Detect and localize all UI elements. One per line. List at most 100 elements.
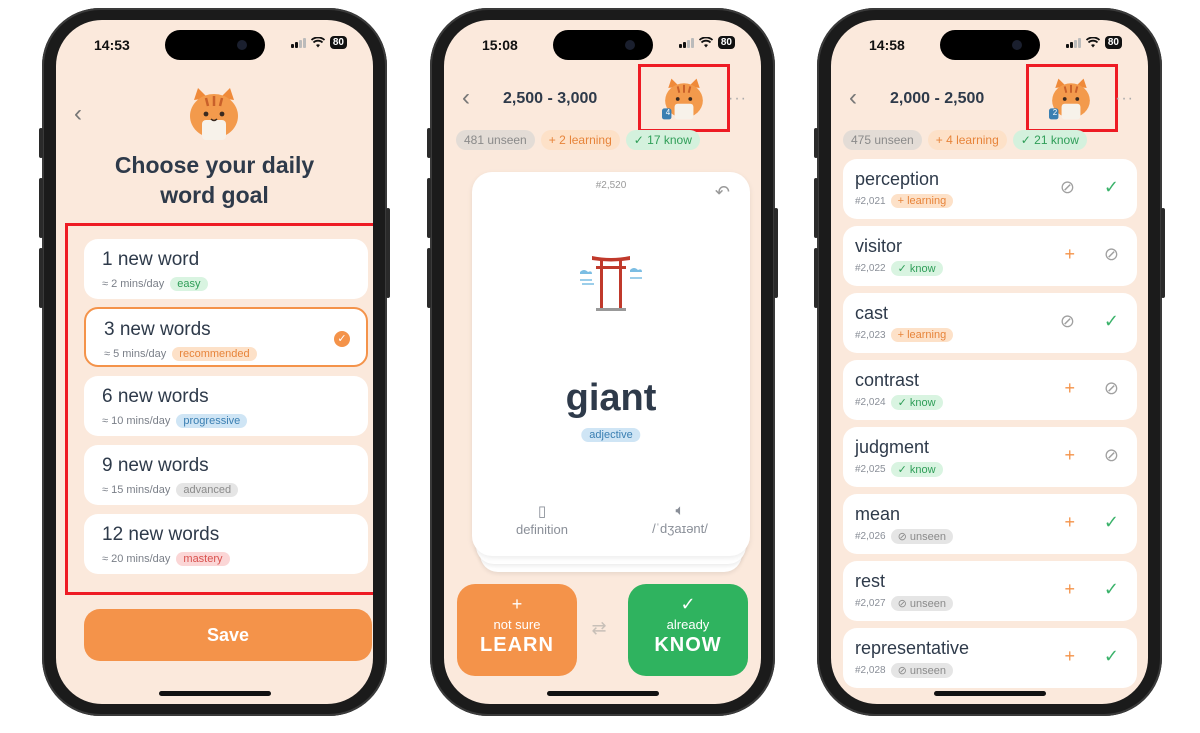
status-tag: ✓ know bbox=[890, 462, 943, 477]
vocab-word: giant bbox=[565, 377, 657, 419]
flashcard[interactable]: #2,520 ↶ giant adjective ▯ definition 🔈︎… bbox=[472, 172, 750, 556]
hide-eye-icon[interactable]: ⊘ bbox=[1104, 445, 1119, 466]
plus-icon: + bbox=[511, 594, 523, 614]
hide-eye-icon[interactable]: ⊘ bbox=[1104, 244, 1119, 265]
status-tag: ✓ know bbox=[890, 395, 943, 410]
know-button[interactable]: ✓ already KNOW bbox=[628, 584, 748, 676]
word-text: rest bbox=[855, 571, 886, 591]
part-of-speech-tag: adjective bbox=[581, 428, 641, 442]
speaker-icon: 🔈︎ bbox=[675, 502, 685, 519]
back-button[interactable]: ‹ bbox=[849, 84, 857, 112]
word-rank: #2,026 bbox=[855, 531, 886, 542]
check-icon: ✓ bbox=[680, 594, 696, 614]
highlight-box bbox=[638, 64, 730, 132]
word-text: visitor bbox=[855, 236, 903, 256]
highlight-box bbox=[65, 223, 373, 595]
know-check-icon[interactable]: ✓ bbox=[1104, 646, 1119, 667]
status-time: 14:58 bbox=[869, 37, 905, 53]
save-button[interactable]: Save bbox=[84, 609, 372, 661]
definition-button[interactable]: ▯ definition bbox=[482, 502, 602, 537]
learn-plus-icon[interactable]: + bbox=[1064, 579, 1075, 600]
word-row[interactable]: rest #2,027 ⊘ unseen + ✓ bbox=[843, 561, 1137, 621]
learn-plus-icon[interactable]: + bbox=[1064, 378, 1075, 399]
know-check-icon[interactable]: ✓ bbox=[1104, 512, 1119, 533]
status-time: 14:53 bbox=[94, 37, 130, 53]
signal-icon bbox=[678, 37, 694, 48]
wifi-icon bbox=[698, 37, 713, 48]
status-tag: ⊘ unseen bbox=[890, 596, 953, 611]
word-row[interactable]: visitor #2,022 ✓ know + ⊘ bbox=[843, 226, 1137, 286]
know-count-pill[interactable]: ✓ 21 know bbox=[1012, 130, 1087, 150]
status-time: 15:08 bbox=[482, 37, 518, 53]
word-text: contrast bbox=[855, 370, 920, 390]
hide-eye-icon[interactable]: ⊘ bbox=[1060, 311, 1075, 332]
page-title: 2,000 - 2,500 bbox=[890, 90, 985, 107]
know-check-icon[interactable]: ✓ bbox=[1104, 177, 1119, 198]
status-tag: + learning bbox=[890, 194, 954, 208]
back-button[interactable]: ‹ bbox=[462, 84, 470, 112]
know-sub-label: already bbox=[666, 617, 710, 632]
learn-sub-label: not sure bbox=[493, 617, 541, 632]
home-indicator bbox=[933, 691, 1046, 696]
back-button[interactable]: ‹ bbox=[74, 100, 82, 128]
status-bar: 80 bbox=[290, 36, 347, 49]
dynamic-island bbox=[939, 30, 1040, 60]
flashcard-screen: 15:08 80 ‹ 2,500 - 3,000 4 ··· 481 unsee… bbox=[444, 20, 761, 704]
word-row[interactable]: mean #2,026 ⊘ unseen + ✓ bbox=[843, 494, 1137, 554]
swap-icon: ⇄ bbox=[591, 618, 607, 638]
learn-plus-icon[interactable]: + bbox=[1064, 244, 1075, 265]
wifi-icon bbox=[310, 37, 325, 48]
learn-label: LEARN bbox=[480, 634, 554, 656]
eye-off-icon: ⊘ bbox=[897, 598, 910, 610]
word-text: judgment bbox=[855, 437, 930, 457]
word-row[interactable]: representative #2,028 ⊘ unseen + ✓ bbox=[843, 628, 1137, 688]
word-rank: #2,023 bbox=[855, 329, 886, 341]
word-text: cast bbox=[855, 303, 889, 323]
page-title: Choose your daily word goal bbox=[114, 152, 315, 208]
word-row[interactable]: judgment #2,025 ✓ know + ⊘ bbox=[843, 427, 1137, 487]
unseen-count-pill[interactable]: 475 unseen bbox=[843, 130, 922, 150]
learn-plus-icon[interactable]: + bbox=[1064, 512, 1075, 533]
undo-icon[interactable]: ↶ bbox=[715, 182, 730, 203]
word-text: representative bbox=[855, 638, 970, 658]
word-rank: #2,022 bbox=[855, 263, 886, 274]
torii-gate-illustration-icon bbox=[580, 256, 642, 311]
wifi-icon bbox=[1085, 37, 1100, 48]
book-icon: ▯ bbox=[537, 503, 547, 520]
know-check-icon[interactable]: ✓ bbox=[1104, 311, 1119, 332]
status-bar: 80 bbox=[1065, 36, 1122, 49]
home-indicator bbox=[158, 691, 271, 696]
word-rank: #2,028 bbox=[855, 665, 886, 676]
hide-eye-icon[interactable]: ⊘ bbox=[1060, 177, 1075, 198]
learning-count-pill[interactable]: + 4 learning bbox=[927, 130, 1007, 150]
pronunciation-button[interactable]: 🔈︎ /ˈdʒaɪənt/ bbox=[620, 502, 740, 536]
hide-eye-icon[interactable]: ⊘ bbox=[1104, 378, 1119, 399]
phone-2: 15:08 80 ‹ 2,500 - 3,000 4 ··· 481 unsee… bbox=[427, 8, 778, 716]
more-menu-button[interactable]: ··· bbox=[728, 90, 747, 108]
learn-plus-icon[interactable]: + bbox=[1064, 646, 1075, 667]
goal-screen: 14:53 80 ‹ Choose your daily word goal 1… bbox=[56, 20, 373, 704]
learn-button[interactable]: + not sure LEARN bbox=[457, 584, 577, 676]
know-check-icon[interactable]: ✓ bbox=[1104, 579, 1119, 600]
learn-plus-icon[interactable]: + bbox=[1064, 445, 1075, 466]
word-list-screen: 14:58 80 ‹ 2,000 - 2,500 2 ··· 475 unsee… bbox=[831, 20, 1148, 704]
dynamic-island bbox=[552, 30, 653, 60]
phone-3: 14:58 80 ‹ 2,000 - 2,500 2 ··· 475 unsee… bbox=[814, 8, 1165, 716]
word-row[interactable]: perception #2,021 + learning ⊘ ✓ bbox=[843, 159, 1137, 219]
know-label: KNOW bbox=[654, 634, 722, 656]
signal-icon bbox=[1065, 37, 1081, 48]
word-rank: #2,024 bbox=[855, 397, 886, 408]
know-count-pill[interactable]: ✓ 17 know bbox=[625, 130, 700, 150]
word-text: perception bbox=[855, 169, 940, 189]
definition-label: definition bbox=[515, 522, 569, 537]
phone-1: 14:53 80 ‹ Choose your daily word goal 1… bbox=[39, 8, 390, 716]
word-row[interactable]: contrast #2,024 ✓ know + ⊘ bbox=[843, 360, 1137, 420]
word-rank: #2,021 bbox=[855, 195, 886, 207]
more-menu-button[interactable]: ··· bbox=[1115, 90, 1134, 108]
word-rank: #2,025 bbox=[855, 464, 886, 475]
word-rank: #2,520 bbox=[595, 180, 627, 191]
unseen-count-pill[interactable]: 481 unseen bbox=[456, 130, 535, 150]
word-row[interactable]: cast #2,023 + learning ⊘ ✓ bbox=[843, 293, 1137, 353]
learning-count-pill[interactable]: + 2 learning bbox=[540, 130, 620, 150]
status-tag: + learning bbox=[890, 328, 954, 342]
